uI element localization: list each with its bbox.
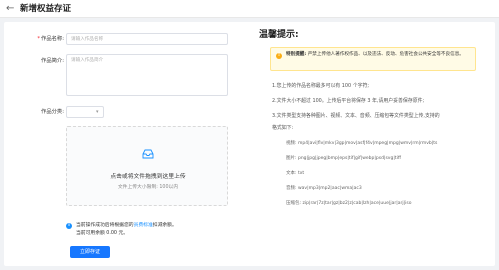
format-video-label: 视频: <box>286 141 297 146</box>
format-text-label: 文本: <box>286 171 297 176</box>
tips-title: 温馨提示: <box>259 30 299 40</box>
warning-body: 严禁上传他人著作权作品、以及违法、反动、危害社会公共安全等不良信息。 <box>307 52 464 57</box>
format-video-value: mp4|avi|flv|mkv|3gp|mov|asf|f4v|mpeg|mpg… <box>297 141 438 146</box>
notice-suffix: 扣减余额。 <box>152 223 177 228</box>
page-title: 新增权益存证 <box>20 4 72 14</box>
tip-item-1: 1.您上传的作品名称最多可以有 100 个字符; <box>272 83 370 89</box>
format-archive: 压缩包: zip|rar|7z|tar|gz|bz2|z|cab|lzh|ace… <box>286 200 411 207</box>
format-archive-label: 压缩包: <box>286 201 302 206</box>
intro-label: 作品简介: <box>41 58 64 64</box>
back-arrow-icon[interactable]: ← <box>6 2 14 15</box>
name-label: *作品名称: <box>14 35 64 43</box>
format-audio-label: 音频: <box>286 186 297 191</box>
tip-item-2: 2.文件大小不超过 100。上传后平台将保存 3 年,请用户妥善保存原件; <box>272 98 425 104</box>
warning-bold: 特别提醒: <box>286 52 307 57</box>
format-audio: 音频: wav|mp3|mp2|aac|wma|ac3 <box>286 185 362 192</box>
category-label: 作品分类: <box>41 109 64 115</box>
tip-item-3: 3.文件类型支持各种图片、视频、文本、音频、压缩包等文件类型上传,支持的 <box>272 113 440 119</box>
inbox-icon <box>142 149 154 159</box>
submit-button[interactable]: 立即存证 <box>70 246 110 258</box>
name-label-text: 作品名称: <box>41 36 64 42</box>
format-video: 视频: mp4|avi|flv|mkv|3gp|mov|asf|f4v|mpeg… <box>286 140 437 147</box>
format-image-value: png|jpg|jpeg|bmp|eps|tif|gif|webp|psd|sv… <box>297 156 401 161</box>
notice-line-1: 当前操作成功后将根据您的员费标准扣减余额。 <box>76 222 177 229</box>
format-image-label: 图片: <box>286 156 297 161</box>
format-text-value: txt <box>297 171 305 176</box>
fee-standard-link[interactable]: 员费标准 <box>134 223 153 228</box>
format-image: 图片: png|jpg|jpeg|bmp|eps|tif|gif|webp|ps… <box>286 155 401 162</box>
warning-icon: ! <box>276 53 282 59</box>
main-card: *作品名称: 作品简介: 作品分类: ▾ 点击或将文件拖拽到这里上传 文件上传大… <box>4 22 495 266</box>
warning-box: ! 特别提醒: 严禁上传他人著作权作品、以及违法、反动、危害社会公共安全等不良信… <box>270 47 476 71</box>
chevron-down-icon: ▾ <box>96 109 99 115</box>
tip-item-4: 格式如下: <box>272 125 294 131</box>
intro-textarea[interactable] <box>66 54 228 96</box>
format-audio-value: wav|mp3|mp2|aac|wma|ac3 <box>297 186 362 191</box>
upload-title: 点击或将文件拖拽到这里上传 <box>110 174 186 180</box>
notice-line-2: 当前可用余额 0.00 元。 <box>76 231 129 236</box>
format-archive-value: zip|rar|7z|tar|gz|bz2|z|cab|lzh|ace|uue|… <box>302 201 412 206</box>
name-input[interactable] <box>66 33 228 45</box>
notice-prefix: 当前操作成功后将根据您的 <box>76 223 134 228</box>
top-bar: ← 新增权益存证 <box>0 0 499 18</box>
upload-subtitle: 文件上传大小限制: 100以内 <box>117 185 179 190</box>
warning-text: 特别提醒: 严禁上传他人著作权作品、以及违法、反动、危害社会公共安全等不良信息。 <box>286 51 472 59</box>
info-icon: i <box>66 223 72 229</box>
upload-dropzone[interactable]: 点击或将文件拖拽到这里上传 文件上传大小限制: 100以内 <box>66 126 228 206</box>
required-mark: * <box>37 36 41 42</box>
format-text: 文本: txt <box>286 170 304 177</box>
